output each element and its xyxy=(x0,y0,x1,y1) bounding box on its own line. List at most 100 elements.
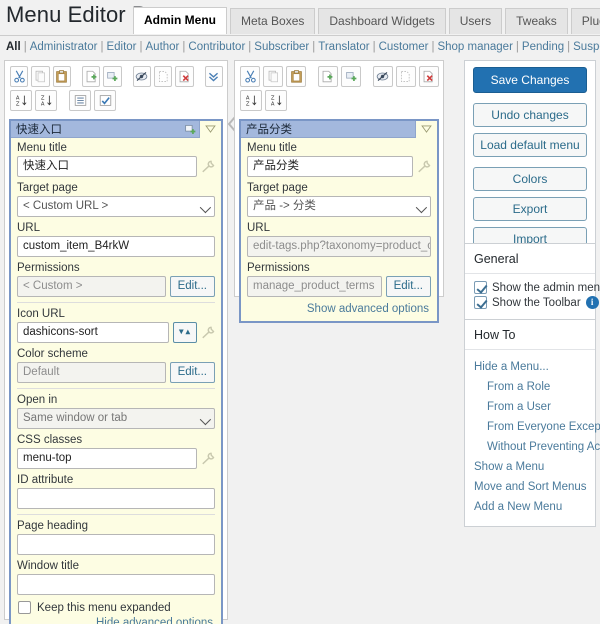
tab-plugins[interactable]: Plugins xyxy=(570,8,600,34)
css-classes-input[interactable]: menu-top xyxy=(17,448,197,469)
sort-za-icon[interactable]: ZA xyxy=(265,90,287,111)
menu-item-2-header[interactable]: 产品分类 xyxy=(241,120,437,138)
menu-item-panel-2[interactable]: 产品分类 Menu title 产品分类 Target page 产品 -> 分… xyxy=(239,119,439,323)
list-icon[interactable] xyxy=(69,90,91,111)
howto-link-add-a-new-menu[interactable]: Add a New Menu xyxy=(474,497,586,517)
expand-all-icon[interactable] xyxy=(204,66,223,87)
role-filter-shop-manager[interactable]: Shop manager xyxy=(437,41,512,53)
blank-page-icon[interactable] xyxy=(153,66,173,87)
color-scheme-input[interactable]: Default xyxy=(17,362,166,383)
new-page-icon[interactable] xyxy=(317,66,338,87)
window-title-input[interactable] xyxy=(17,574,215,595)
tab-tweaks[interactable]: Tweaks xyxy=(505,8,568,34)
new-item-icon[interactable] xyxy=(341,66,362,87)
open-in-select[interactable]: Same window or tab xyxy=(17,408,215,429)
permissions-input[interactable]: manage_product_terms xyxy=(247,276,382,297)
howto-link-without-preventing-access[interactable]: Without Preventing Access xyxy=(474,437,600,457)
section-divider xyxy=(17,514,215,515)
tab-dashboard-widgets[interactable]: Dashboard Widgets xyxy=(318,8,446,34)
undo-changes-button[interactable]: Undo changes xyxy=(473,103,587,127)
blank-page-icon[interactable] xyxy=(395,66,416,87)
paste-icon[interactable] xyxy=(52,66,72,87)
role-filter-all[interactable]: All xyxy=(6,41,21,53)
icon-picker-button[interactable] xyxy=(173,322,197,343)
colors-button[interactable]: Colors xyxy=(473,167,587,191)
paste-icon[interactable] xyxy=(286,66,307,87)
reset-wrench-icon[interactable] xyxy=(201,452,215,466)
save-changes-button[interactable]: Save Changes xyxy=(473,67,587,93)
color-scheme-edit-button[interactable]: Edit... xyxy=(169,362,215,383)
menu-item-panel-1[interactable]: 快速入口 Menu title 快速入口 Target page < Custo… xyxy=(9,119,223,624)
icon-url-input[interactable]: dashicons-sort xyxy=(17,322,169,343)
delete-icon[interactable] xyxy=(418,66,439,87)
target-page-select[interactable]: 产品 -> 分类 xyxy=(247,196,431,217)
howto-link-from-a-user[interactable]: From a User xyxy=(474,397,586,417)
hide-icon[interactable] xyxy=(132,66,151,87)
hide-icon[interactable] xyxy=(372,66,393,87)
export-button[interactable]: Export xyxy=(473,197,587,221)
role-filter-pending[interactable]: Pending xyxy=(522,41,564,53)
copy-icon[interactable] xyxy=(263,66,284,87)
role-filter-author[interactable]: Author xyxy=(146,41,180,53)
menu-item-2-collapse-toggle[interactable] xyxy=(415,120,437,138)
howto-link-from-a-role[interactable]: From a Role xyxy=(474,377,586,397)
keep-expanded-row[interactable]: Keep this menu expanded xyxy=(18,601,215,614)
option-show-admin-menu[interactable]: Show the admin menu i xyxy=(474,281,600,294)
id-attribute-input[interactable] xyxy=(17,488,215,509)
howto-link-from-everyone-except-you[interactable]: From Everyone Except You xyxy=(474,417,600,437)
info-icon[interactable]: i xyxy=(585,296,599,309)
sort-az-icon[interactable]: AZ xyxy=(10,90,32,111)
role-filter-administrator[interactable]: Administrator xyxy=(30,41,98,53)
section-divider xyxy=(17,388,215,389)
delete-icon[interactable] xyxy=(175,66,194,87)
role-filter-editor[interactable]: Editor xyxy=(106,41,136,53)
permissions-input[interactable]: < Custom > xyxy=(17,276,166,297)
menu-item-1-collapse-toggle[interactable] xyxy=(199,120,221,138)
menu-title-input[interactable]: 快速入口 xyxy=(17,156,197,177)
load-default-menu-button[interactable]: Load default menu xyxy=(473,133,587,157)
tab-meta-boxes[interactable]: Meta Boxes xyxy=(230,8,316,34)
cut-icon[interactable] xyxy=(10,66,29,87)
hide-advanced-options-link[interactable]: Hide advanced options xyxy=(17,616,215,624)
howto-heading: How To xyxy=(465,320,595,350)
permissions-edit-button[interactable]: Edit... xyxy=(385,276,431,297)
show-advanced-options-link[interactable]: Show advanced options xyxy=(247,302,431,316)
role-filter-bar: All | Administrator | Editor | Author | Contribu… xyxy=(6,41,600,53)
role-filter-contributor[interactable]: Contributor xyxy=(188,41,245,53)
check-icon[interactable] xyxy=(94,90,116,111)
permissions-edit-button[interactable]: Edit... xyxy=(169,276,215,297)
new-page-icon[interactable] xyxy=(81,66,101,87)
url-input[interactable]: custom_item_B4rkW xyxy=(17,236,215,257)
cut-icon[interactable] xyxy=(240,66,261,87)
tab-admin-menu[interactable]: Admin Menu xyxy=(133,7,227,34)
icon-url-label: Icon URL xyxy=(17,308,65,320)
page-heading-input[interactable] xyxy=(17,534,215,555)
sort-za-icon[interactable]: ZA xyxy=(35,90,57,111)
target-page-select[interactable]: < Custom URL > xyxy=(17,196,215,217)
menu-item-1-header[interactable]: 快速入口 xyxy=(11,120,221,138)
howto-link-move-and-sort-menus[interactable]: Move and Sort Menus xyxy=(474,477,587,497)
show-admin-menu-checkbox[interactable] xyxy=(474,281,487,294)
role-filter-suspended[interactable]: Suspended xyxy=(573,41,600,53)
reset-wrench-icon[interactable] xyxy=(417,160,431,174)
howto-link-show-a-menu[interactable]: Show a Menu xyxy=(474,457,586,477)
field-target-page: Target page 产品 -> 分类 xyxy=(247,182,431,217)
reset-wrench-icon[interactable] xyxy=(201,326,215,340)
reset-wrench-icon[interactable] xyxy=(201,160,215,174)
keep-expanded-checkbox[interactable] xyxy=(18,601,31,614)
sort-az-icon[interactable]: AZ xyxy=(240,90,262,111)
copy-icon[interactable] xyxy=(31,66,50,87)
show-toolbar-checkbox[interactable] xyxy=(474,296,487,309)
howto-link-hide-a-menu[interactable]: Hide a Menu... xyxy=(474,357,586,377)
window-title-label: Window title xyxy=(17,560,79,572)
url-input[interactable]: edit-tags.php?taxonomy=product_cat&p xyxy=(247,236,431,257)
role-filter-translator[interactable]: Translator xyxy=(318,41,369,53)
role-filter-subscriber[interactable]: Subscriber xyxy=(254,41,309,53)
field-icon-url: Icon URL dashicons-sort xyxy=(17,308,215,343)
role-filter-customer[interactable]: Customer xyxy=(379,41,429,53)
tab-users[interactable]: Users xyxy=(448,8,503,34)
new-item-icon[interactable] xyxy=(181,121,199,137)
option-show-toolbar[interactable]: Show the Toolbar i xyxy=(474,296,599,309)
menu-title-input[interactable]: 产品分类 xyxy=(247,156,413,177)
new-item-icon[interactable] xyxy=(103,66,122,87)
